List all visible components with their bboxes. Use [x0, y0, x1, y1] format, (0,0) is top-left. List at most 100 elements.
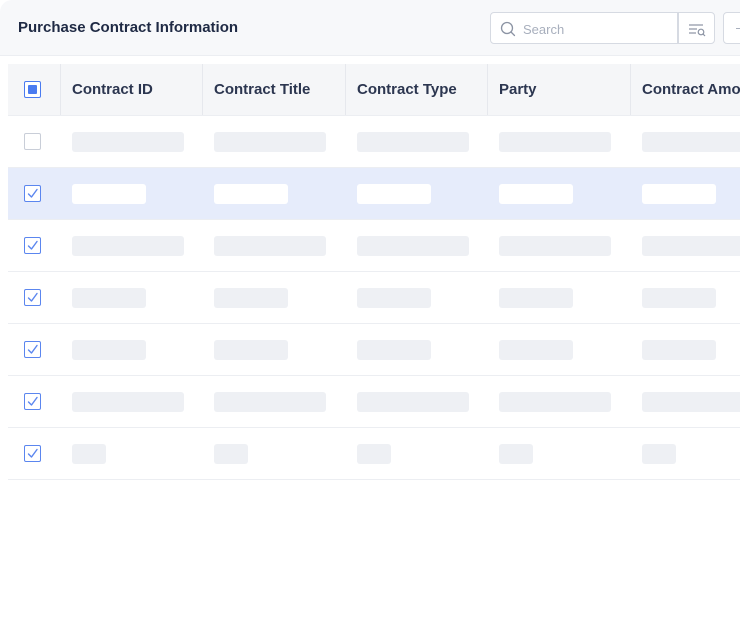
loading-placeholder [214, 184, 288, 204]
table-cell [346, 324, 488, 375]
column-header-contract-type[interactable]: Contract Type [346, 64, 488, 115]
loading-placeholder [214, 288, 288, 308]
loading-placeholder [214, 444, 248, 464]
table-cell [61, 220, 203, 271]
indeterminate-mark [28, 85, 37, 94]
row-checkbox[interactable] [24, 393, 41, 410]
table-cell [488, 168, 631, 219]
row-checkbox[interactable] [24, 133, 41, 150]
select-all-checkbox[interactable] [24, 81, 41, 98]
table-row[interactable] [8, 428, 740, 480]
column-header-contract-id[interactable]: Contract ID [61, 64, 203, 115]
table-cell [631, 168, 740, 219]
row-checkbox[interactable] [24, 185, 41, 202]
loading-placeholder [357, 444, 391, 464]
column-header-contract-amount[interactable]: Contract Amount [631, 64, 740, 115]
table-cell [488, 324, 631, 375]
loading-placeholder [499, 288, 573, 308]
loading-placeholder [499, 444, 533, 464]
contract-table: Contract ID Contract Title Contract Type… [8, 64, 740, 480]
table-row[interactable] [8, 324, 740, 376]
row-checkbox[interactable] [24, 445, 41, 462]
loading-placeholder [642, 444, 676, 464]
table-cell [346, 428, 488, 479]
checkmark-icon [27, 240, 38, 250]
checkmark-icon [27, 188, 38, 198]
loading-placeholder [72, 340, 146, 360]
table-cell [203, 272, 346, 323]
row-select-cell [8, 220, 61, 271]
loading-placeholder [214, 236, 326, 256]
table-row[interactable] [8, 116, 740, 168]
loading-placeholder [642, 340, 716, 360]
loading-placeholder [72, 236, 184, 256]
table-row[interactable] [8, 272, 740, 324]
table-cell [631, 116, 740, 167]
page-title: Purchase Contract Information [18, 19, 239, 36]
row-checkbox[interactable] [24, 341, 41, 358]
column-header-contract-title[interactable]: Contract Title [203, 64, 346, 115]
loading-placeholder [214, 132, 326, 152]
filter-search-icon [689, 24, 706, 37]
table-cell [203, 168, 346, 219]
table-cell [346, 272, 488, 323]
table-row[interactable] [8, 376, 740, 428]
table-cell [203, 428, 346, 479]
filter-search-button[interactable] [678, 12, 715, 44]
table-cell [61, 428, 203, 479]
table-header-row: Contract ID Contract Title Contract Type… [8, 64, 740, 116]
loading-placeholder [642, 288, 716, 308]
column-header-party[interactable]: Party [488, 64, 631, 115]
loading-placeholder [357, 236, 469, 256]
table-cell [346, 376, 488, 427]
table-cell [203, 116, 346, 167]
table-cell [61, 168, 203, 219]
row-select-cell [8, 272, 61, 323]
table-cell [631, 376, 740, 427]
checkmark-icon [27, 292, 38, 302]
search-icon [500, 21, 516, 37]
loading-placeholder [642, 132, 740, 152]
loading-placeholder [642, 392, 740, 412]
checkmark-icon [27, 396, 38, 406]
contract-table-panel: Purchase Contract Information Search Con… [0, 0, 740, 640]
table-row[interactable] [8, 220, 740, 272]
search-field[interactable] [490, 12, 678, 44]
table-cell [488, 272, 631, 323]
loading-placeholder [72, 288, 146, 308]
row-checkbox[interactable] [24, 237, 41, 254]
loading-placeholder [357, 132, 469, 152]
checkmark-icon [27, 448, 38, 458]
more-options-button[interactable] [723, 12, 740, 44]
table-cell [346, 116, 488, 167]
table-cell [61, 324, 203, 375]
row-select-cell [8, 116, 61, 167]
select-all-cell [8, 64, 61, 115]
row-select-cell [8, 428, 61, 479]
row-checkbox[interactable] [24, 289, 41, 306]
row-select-cell [8, 324, 61, 375]
loading-placeholder [499, 184, 573, 204]
loading-placeholder [214, 392, 326, 412]
loading-placeholder [357, 288, 431, 308]
table-cell [631, 272, 740, 323]
table-cell [61, 376, 203, 427]
table-cell [488, 428, 631, 479]
table-cell [203, 220, 346, 271]
loading-placeholder [357, 392, 469, 412]
loading-placeholder [214, 340, 288, 360]
loading-placeholder [642, 236, 740, 256]
table-cell [631, 220, 740, 271]
table-body [8, 116, 740, 480]
loading-placeholder [72, 392, 184, 412]
table-cell [61, 272, 203, 323]
table-cell [346, 168, 488, 219]
table-cell [488, 116, 631, 167]
loading-placeholder [72, 444, 106, 464]
loading-placeholder [499, 392, 611, 412]
table-row[interactable] [8, 168, 740, 220]
loading-placeholder [72, 184, 146, 204]
search-input[interactable] [523, 19, 671, 39]
checkmark-icon [27, 344, 38, 354]
table-cell [203, 376, 346, 427]
